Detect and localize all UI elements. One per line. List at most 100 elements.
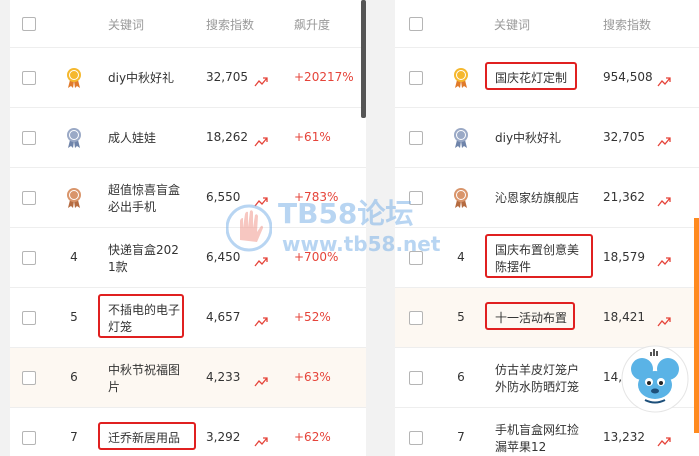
keyword-cell[interactable]: 快递盲盒202 1款 bbox=[108, 242, 179, 276]
rise-value: +783% bbox=[294, 190, 339, 204]
keyword-line: 必出手机 bbox=[108, 200, 157, 214]
row-checkbox[interactable] bbox=[22, 131, 36, 145]
keyword-cell[interactable]: diy中秋好礼 bbox=[108, 70, 174, 87]
search-index-value: 4,233 bbox=[206, 370, 241, 384]
row-checkbox[interactable] bbox=[22, 371, 36, 385]
trend-up-icon[interactable] bbox=[254, 312, 268, 331]
highlight-box bbox=[485, 62, 577, 90]
side-tab[interactable] bbox=[694, 218, 699, 433]
keyword-line: 外防水防晒灯笼 bbox=[495, 380, 580, 394]
rank-number: 5 bbox=[457, 310, 465, 324]
search-index-value: 32,705 bbox=[603, 130, 645, 144]
row-checkbox[interactable] bbox=[22, 191, 36, 205]
keyword-cell[interactable]: 中秋节祝福图片 bbox=[108, 362, 180, 396]
row-checkbox[interactable] bbox=[409, 131, 423, 145]
trend-up-icon[interactable] bbox=[657, 132, 671, 151]
keyword-line: 仿古羊皮灯笼户 bbox=[495, 363, 580, 377]
gold-medal-icon bbox=[64, 67, 84, 92]
highlight-box bbox=[485, 234, 593, 278]
row-checkbox[interactable] bbox=[409, 191, 423, 205]
trend-up-icon[interactable] bbox=[254, 372, 268, 391]
trend-up-icon[interactable] bbox=[254, 132, 268, 151]
keyword-line: 片 bbox=[108, 380, 121, 394]
keyword-line: 快递盲盒202 bbox=[108, 243, 179, 257]
keyword-line: 1款 bbox=[108, 260, 128, 274]
trend-up-icon[interactable] bbox=[657, 72, 671, 91]
header-rise[interactable]: 飙升度 bbox=[294, 16, 330, 33]
table-row[interactable]: diy中秋好礼 32,705 +20217% bbox=[10, 48, 366, 108]
rise-value: +63% bbox=[294, 370, 331, 384]
keyword-line: 超值惊喜盲盒 bbox=[108, 183, 181, 197]
select-all-checkbox[interactable] bbox=[409, 17, 423, 31]
keyword-cell[interactable]: 超值惊喜盲盒 必出手机 bbox=[108, 182, 180, 216]
keyword-cell[interactable]: 仿古羊皮灯笼户 外防水防晒灯笼 bbox=[495, 362, 579, 396]
search-index-value: 18,421 bbox=[603, 310, 645, 324]
keyword-cell[interactable]: 成人娃娃 bbox=[108, 130, 156, 147]
row-checkbox[interactable] bbox=[22, 311, 36, 325]
header-search-index[interactable]: 搜索指数 bbox=[206, 16, 254, 33]
rank-number: 7 bbox=[457, 430, 465, 444]
trend-up-icon[interactable] bbox=[254, 432, 268, 451]
select-all-checkbox[interactable] bbox=[22, 17, 36, 31]
search-index-value: 21,362 bbox=[603, 190, 645, 204]
trend-up-icon[interactable] bbox=[254, 252, 268, 271]
header-search-index[interactable]: 搜索指数 bbox=[603, 16, 651, 33]
mascot-icon[interactable] bbox=[620, 343, 690, 413]
keyword-line: diy中秋好礼 bbox=[495, 131, 562, 145]
rise-value: +20217% bbox=[294, 70, 354, 84]
highlight-box bbox=[98, 294, 184, 338]
row-checkbox[interactable] bbox=[409, 371, 423, 385]
trend-up-icon[interactable] bbox=[254, 72, 268, 91]
trend-up-icon[interactable] bbox=[657, 252, 671, 271]
highlight-box bbox=[485, 302, 575, 330]
trend-up-icon[interactable] bbox=[657, 192, 671, 211]
silver-medal-icon bbox=[64, 127, 84, 152]
row-checkbox[interactable] bbox=[22, 71, 36, 85]
table-row[interactable]: 沁恩家纺旗舰店 21,362 bbox=[395, 168, 699, 228]
row-checkbox[interactable] bbox=[409, 251, 423, 265]
search-index-value: 32,705 bbox=[206, 70, 248, 84]
keyword-line: 漏苹果12 bbox=[495, 440, 547, 454]
row-checkbox[interactable] bbox=[22, 251, 36, 265]
keyword-line: 手机盲盒网红捡 bbox=[495, 423, 580, 437]
table-row[interactable]: 4 国庆布置创意美 陈摆件 18,579 bbox=[395, 228, 699, 288]
table-row[interactable]: 5 十一活动布置 18,421 bbox=[395, 288, 699, 348]
header-keyword: 关键词 bbox=[108, 18, 145, 32]
row-checkbox[interactable] bbox=[22, 431, 36, 445]
header-keyword: 关键词 bbox=[494, 18, 531, 32]
row-checkbox[interactable] bbox=[409, 311, 423, 325]
rise-value: +52% bbox=[294, 310, 331, 324]
table-row[interactable]: 7 迁乔新居用品 3,292 +62% bbox=[10, 408, 366, 456]
table-header: 关键词 搜索指数 飙升度 bbox=[10, 0, 366, 48]
keyword-line: 中秋节祝福图 bbox=[108, 363, 181, 377]
keyword-cell[interactable]: diy中秋好礼 bbox=[495, 130, 561, 147]
search-index-value: 4,657 bbox=[206, 310, 241, 324]
keyword-line: diy中秋好礼 bbox=[108, 71, 175, 85]
table-row[interactable]: 4 快递盲盒202 1款 6,450 +700% bbox=[10, 228, 366, 288]
trend-up-icon[interactable] bbox=[254, 192, 268, 211]
row-checkbox[interactable] bbox=[409, 431, 423, 445]
search-index-value: 6,550 bbox=[206, 190, 241, 204]
table-row[interactable]: 5 不插电的电子 灯笼 4,657 +52% bbox=[10, 288, 366, 348]
table-row[interactable]: 7 手机盲盒网红捡 漏苹果12 13,232 bbox=[395, 408, 699, 456]
trend-up-icon[interactable] bbox=[657, 432, 671, 451]
table-row[interactable]: diy中秋好礼 32,705 bbox=[395, 108, 699, 168]
table-row[interactable]: 国庆花灯定制 954,508 bbox=[395, 48, 699, 108]
search-index-value: 18,579 bbox=[603, 250, 645, 264]
highlight-box bbox=[98, 422, 196, 450]
keyword-cell[interactable]: 沁恩家纺旗舰店 bbox=[495, 190, 579, 207]
table-row[interactable]: 6 中秋节祝福图片 4,233 +63% bbox=[10, 348, 366, 408]
scrollbar-thumb[interactable] bbox=[361, 0, 366, 118]
rank-number: 4 bbox=[457, 250, 465, 264]
keyword-cell[interactable]: 手机盲盒网红捡 漏苹果12 bbox=[495, 422, 579, 456]
trend-up-icon[interactable] bbox=[657, 312, 671, 331]
rise-value: +61% bbox=[294, 130, 331, 144]
rank-number: 6 bbox=[457, 370, 465, 384]
rise-value: +700% bbox=[294, 250, 339, 264]
left-keyword-table: 关键词 搜索指数 飙升度 diy中秋好礼 32,705 +20217% 成人娃娃 18,… bbox=[10, 0, 366, 456]
table-row[interactable]: 超值惊喜盲盒 必出手机 6,550 +783% bbox=[10, 168, 366, 228]
keyword-line: 成人娃娃 bbox=[108, 131, 157, 145]
gold-medal-icon bbox=[451, 67, 471, 92]
row-checkbox[interactable] bbox=[409, 71, 423, 85]
table-row[interactable]: 成人娃娃 18,262 +61% bbox=[10, 108, 366, 168]
